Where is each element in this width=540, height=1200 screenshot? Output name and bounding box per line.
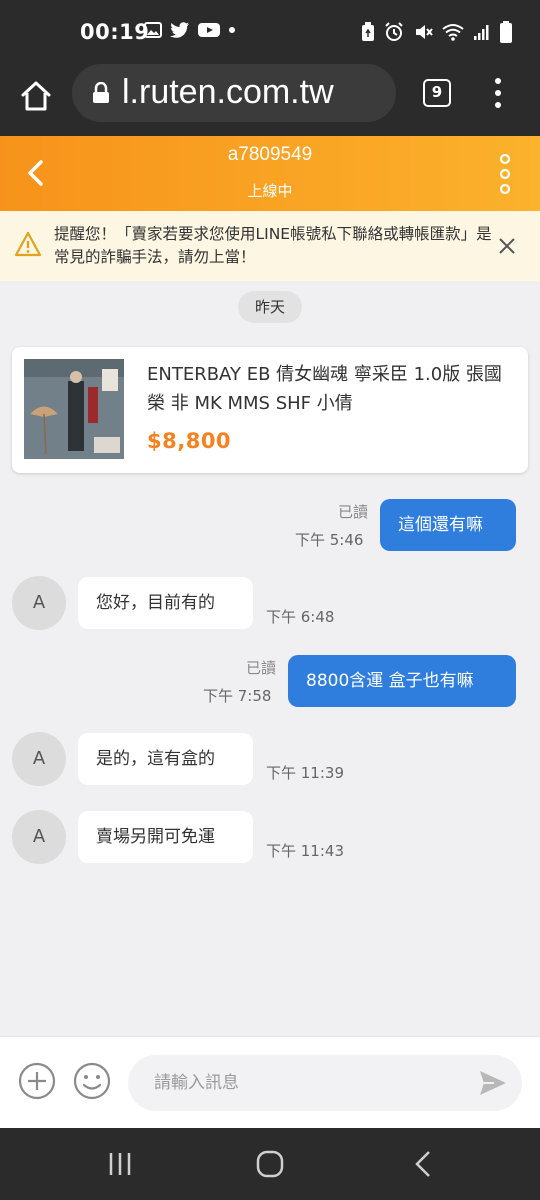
message-time: 下午 7:58 xyxy=(203,687,272,705)
overflow-menu-icon[interactable] xyxy=(488,76,508,110)
status-bar: 00:19 xyxy=(0,0,540,64)
more-vertical-icon[interactable] xyxy=(494,153,516,195)
dot-icon xyxy=(229,27,235,33)
avatar[interactable]: A xyxy=(12,576,66,630)
warning-text: 提醒您！「賣家若要求您使用LINE帳號私下聯絡或轉帳匯款」是常見的詐騙手法，請勿… xyxy=(54,225,492,266)
outgoing-message[interactable]: 8800含運 盒子也有嘛 xyxy=(288,655,516,707)
product-title: ENTERBAY EB 倩女幽魂 寧采臣 1.0版 張國榮 非 MK MMS S… xyxy=(147,364,502,414)
nav-back-icon[interactable] xyxy=(412,1149,434,1179)
gallery-icon xyxy=(144,22,162,38)
message-time: 下午 11:39 xyxy=(266,764,344,782)
product-price: $8,800 xyxy=(147,429,232,453)
nav-home-icon[interactable] xyxy=(255,1149,285,1179)
read-receipt: 已讀 xyxy=(245,659,276,677)
address-bar[interactable]: l.ruten.com.tw xyxy=(72,64,396,122)
message-input[interactable] xyxy=(128,1055,522,1111)
chat-header: a7809549 上線中 xyxy=(0,136,540,211)
message-time: 下午 6:48 xyxy=(266,608,335,626)
scam-warning-banner: 提醒您！「賣家若要求您使用LINE帳號私下聯絡或轉帳匯款」是常見的詐騙手法，請勿… xyxy=(0,211,540,281)
product-thumbnail xyxy=(24,359,124,459)
message-time: 下午 5:46 xyxy=(295,531,364,549)
message-time: 下午 11:43 xyxy=(266,842,344,860)
system-nav-bar xyxy=(0,1128,540,1200)
read-receipt: 已讀 xyxy=(337,503,368,521)
avatar[interactable]: A xyxy=(12,732,66,786)
product-card[interactable]: ENTERBAY EB 倩女幽魂 寧采臣 1.0版 張國榮 非 MK MMS S… xyxy=(12,347,528,473)
twitter-icon xyxy=(170,22,189,38)
recents-icon[interactable] xyxy=(106,1150,134,1178)
date-divider: 昨天 xyxy=(238,291,302,323)
avatar[interactable]: A xyxy=(12,810,66,864)
warning-icon xyxy=(14,231,42,257)
message-composer xyxy=(0,1036,540,1128)
home-icon[interactable] xyxy=(18,78,54,114)
mute-icon xyxy=(416,25,433,39)
emoji-icon[interactable] xyxy=(72,1061,112,1101)
battery-saver-icon xyxy=(362,22,374,41)
lock-icon xyxy=(93,82,109,103)
chat-partner-name: a7809549 xyxy=(227,144,313,165)
system-icons xyxy=(361,21,512,43)
youtube-icon xyxy=(198,23,220,37)
outgoing-message[interactable]: 這個還有嘛 xyxy=(380,499,516,551)
online-status: 上線中 xyxy=(247,182,293,200)
browser-toolbar: l.ruten.com.tw 9 xyxy=(0,64,540,136)
status-time: 00:19 xyxy=(80,20,150,44)
notification-icons xyxy=(144,22,236,38)
incoming-message[interactable]: 您好，目前有的 xyxy=(78,577,253,629)
battery-icon xyxy=(500,21,512,43)
url-text: l.ruten.com.tw xyxy=(122,73,334,111)
product-image xyxy=(24,359,124,459)
send-icon[interactable] xyxy=(478,1069,508,1097)
signal-icon xyxy=(474,25,489,40)
alarm-icon xyxy=(385,22,403,41)
add-icon[interactable] xyxy=(17,1061,57,1101)
wifi-icon xyxy=(442,24,464,41)
close-icon[interactable] xyxy=(497,236,517,256)
incoming-message[interactable]: 賣場另開可免運 xyxy=(78,811,253,863)
tabs-button[interactable]: 9 xyxy=(423,79,451,107)
incoming-message[interactable]: 是的，這有盒的 xyxy=(78,733,253,785)
